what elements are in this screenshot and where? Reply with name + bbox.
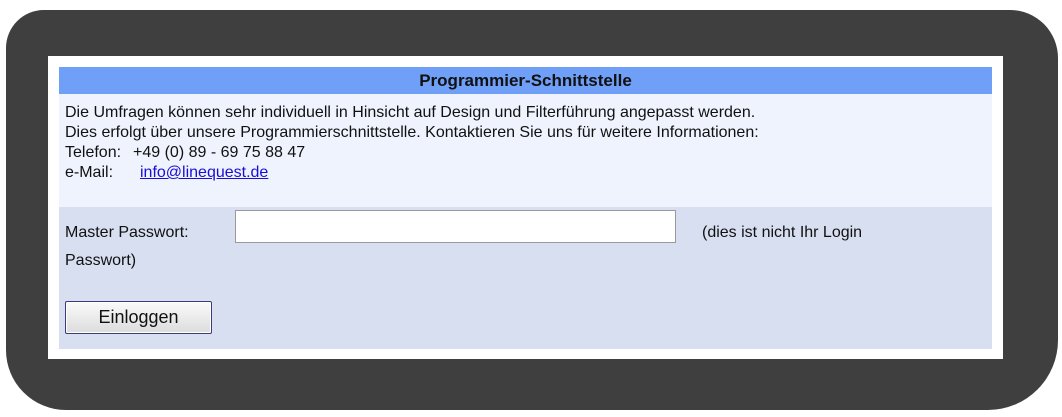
dark-frame: Programmier-Schnittstelle Die Umfragen k… bbox=[6, 10, 1058, 410]
phone-value: +49 (0) 89 - 69 75 88 47 bbox=[133, 144, 306, 161]
info-text-line-2: Dies erfolgt über unsere Programmierschn… bbox=[65, 124, 759, 141]
email-label: e-Mail: bbox=[65, 164, 114, 181]
email-link[interactable]: info@linequest.de bbox=[140, 164, 268, 181]
phone-row: Telefon: +49 (0) 89 - 69 75 88 47 bbox=[65, 143, 986, 163]
master-password-input[interactable] bbox=[235, 210, 676, 243]
info-box: Die Umfragen können sehr individuell in … bbox=[59, 94, 992, 207]
section-title: Programmier-Schnittstelle bbox=[59, 67, 992, 94]
api-panel: Programmier-Schnittstelle Die Umfragen k… bbox=[48, 56, 1003, 359]
login-button[interactable]: Einloggen bbox=[65, 301, 212, 334]
master-password-label: Master Passwort: bbox=[65, 224, 189, 241]
password-note: (dies ist nicht Ihr Login bbox=[702, 224, 863, 241]
info-text-line-1: Die Umfragen können sehr individuell in … bbox=[65, 104, 756, 121]
login-form: Master Passwort: (dies ist nicht Ihr Log… bbox=[59, 207, 992, 349]
password-note-continued: Passwort) bbox=[65, 252, 137, 269]
phone-label: Telefon: bbox=[65, 144, 122, 161]
email-row: e-Mail: info@linequest.de bbox=[65, 163, 986, 183]
